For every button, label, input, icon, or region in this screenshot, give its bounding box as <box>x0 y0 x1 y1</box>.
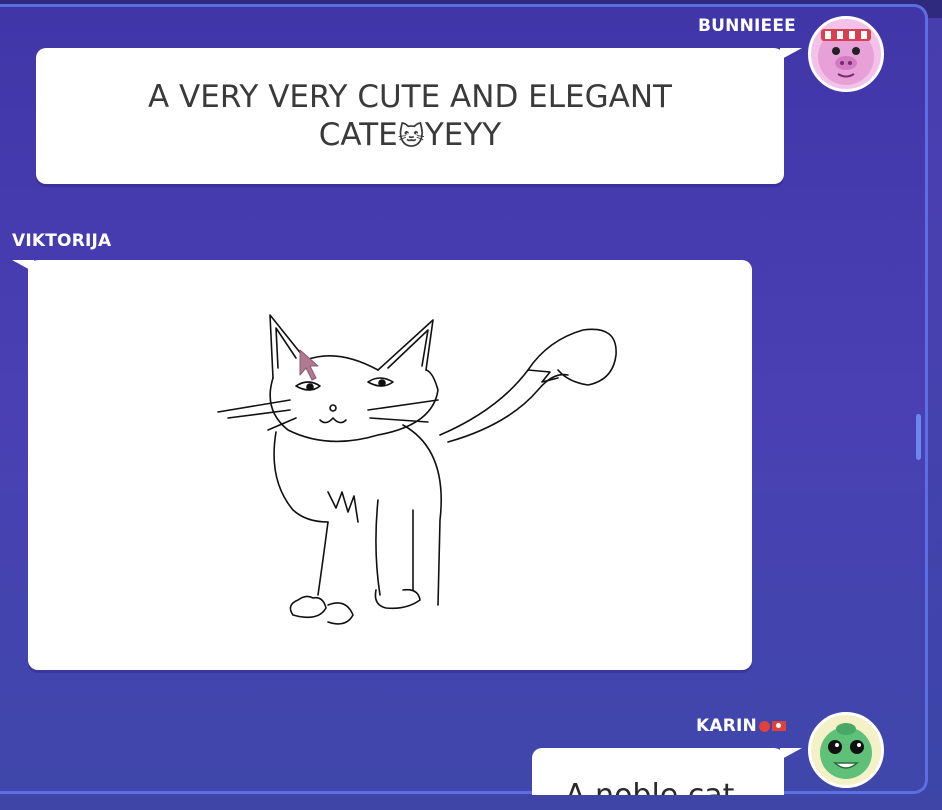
author-name-viktorija: VIKTORIJA <box>12 231 112 251</box>
turkey-flag-icon <box>771 721 786 731</box>
alien-avatar-icon[interactable] <box>808 712 884 788</box>
cat-emoji-icon: 🐱 <box>397 122 425 152</box>
message-line-2-post: YEYY <box>424 117 502 153</box>
author-name-karin: KARIN <box>696 716 786 736</box>
pig-avatar-icon[interactable] <box>808 16 884 92</box>
bottom-edge <box>0 795 942 810</box>
flag-dot-icon <box>758 720 770 732</box>
cat-drawing <box>217 314 617 625</box>
author-name-bunnieee: BUNNIEEE <box>698 16 796 36</box>
message-bubble-bunnieee: A VERY VERY CUTE AND ELEGANT CATE🐱YEYY <box>36 48 784 184</box>
drawing-bubble-viktorija[interactable] <box>28 260 752 670</box>
message-line-2: CATE🐱YEYY <box>36 116 784 156</box>
message-line-2-pre: CATE <box>318 117 398 153</box>
bubble-tail <box>780 748 802 760</box>
author-name-karin-text: KARIN <box>696 716 757 736</box>
scrollbar-thumb[interactable] <box>916 414 921 460</box>
message-line-1: A VERY VERY CUTE AND ELEGANT <box>148 79 672 115</box>
message-text: A VERY VERY CUTE AND ELEGANT CATE🐱YEYY <box>36 48 784 156</box>
bubble-tail <box>780 48 802 60</box>
